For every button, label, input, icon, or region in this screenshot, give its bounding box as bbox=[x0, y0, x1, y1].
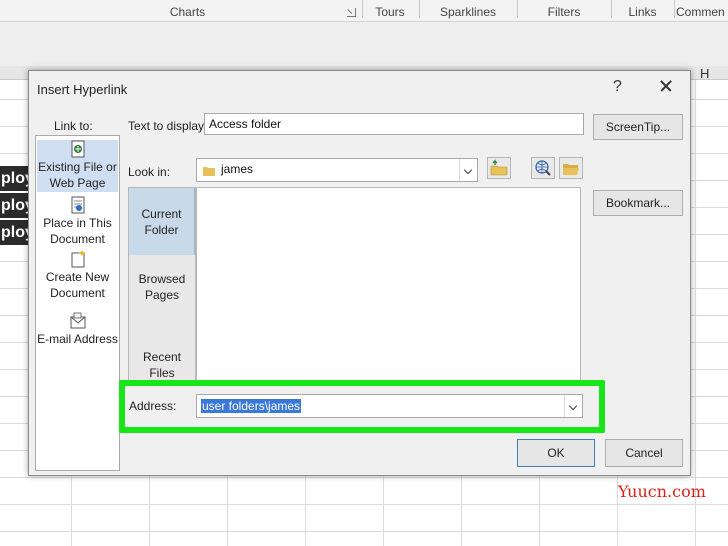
address-input[interactable]: user folders\james bbox=[196, 394, 583, 418]
link-to-email-address[interactable]: E-mail Address bbox=[37, 312, 118, 352]
address-highlight-frame: Address: user folders\james bbox=[119, 380, 605, 433]
up-one-folder-button[interactable] bbox=[487, 157, 511, 179]
address-value: user folders\james bbox=[201, 399, 302, 413]
address-label: Address: bbox=[129, 399, 177, 413]
link-to-new-document[interactable]: Create New Document bbox=[37, 250, 118, 302]
link-to-existing-file[interactable]: Existing File or Web Page bbox=[37, 140, 118, 192]
column-header-h[interactable]: H bbox=[700, 66, 714, 81]
ribbon-group-links[interactable]: Links bbox=[611, 0, 674, 22]
cancel-button[interactable]: Cancel bbox=[605, 439, 683, 467]
chevron-down-icon[interactable] bbox=[564, 395, 582, 417]
ribbon-separator bbox=[674, 0, 675, 18]
link-to-place-in-document[interactable]: Place in This Document bbox=[37, 196, 118, 248]
folder-up-icon bbox=[490, 159, 508, 176]
link-to-label: Link to: bbox=[54, 119, 93, 133]
ribbon-group-tours[interactable]: Tours bbox=[362, 0, 418, 22]
ok-button[interactable]: OK bbox=[517, 439, 595, 467]
text-to-display-label: Text to display: bbox=[128, 119, 208, 133]
link-to-place-line1: Place in This bbox=[43, 216, 112, 230]
browse-web-button[interactable] bbox=[531, 157, 555, 179]
open-folder-icon bbox=[563, 164, 579, 175]
bookmark-button[interactable]: Bookmark... bbox=[593, 190, 683, 216]
look-in-combobox[interactable]: james bbox=[196, 158, 478, 182]
ribbon-bar: Charts Tours Sparklines Filters Links Co… bbox=[0, 0, 728, 22]
look-in-label: Look in: bbox=[128, 165, 171, 179]
place-recent-files[interactable]: Recent Files bbox=[129, 317, 195, 382]
places-bar: Current Folder Browsed Pages Recent File… bbox=[128, 187, 196, 383]
screentip-button[interactable]: ScreenTip... bbox=[593, 114, 683, 140]
watermark: Yuucn.com bbox=[618, 482, 706, 501]
text-to-display-input[interactable]: Access folder bbox=[204, 113, 584, 135]
email-icon bbox=[70, 312, 85, 329]
folder-icon bbox=[203, 167, 215, 176]
file-list[interactable] bbox=[196, 187, 581, 383]
ribbon-group-charts[interactable]: Charts bbox=[140, 0, 235, 22]
link-to-place-line2: Document bbox=[50, 232, 105, 246]
formula-bar-area bbox=[0, 22, 728, 66]
link-to-panel: Existing File or Web Page Place in This … bbox=[35, 135, 120, 471]
ribbon-group-filters[interactable]: Filters bbox=[517, 0, 611, 22]
place-browsed-line2: Pages bbox=[144, 288, 180, 302]
insert-hyperlink-dialog: Insert Hyperlink ? Link to: Existing Fil… bbox=[28, 70, 691, 476]
ribbon-group-comments[interactable]: Commen bbox=[676, 0, 728, 22]
place-browsed-pages[interactable]: Browsed Pages bbox=[129, 255, 195, 317]
place-current-line2: Folder bbox=[144, 223, 179, 237]
chevron-down-icon[interactable] bbox=[459, 159, 477, 181]
place-current-folder[interactable]: Current Folder bbox=[129, 188, 195, 255]
help-button[interactable]: ? bbox=[613, 78, 622, 96]
link-to-new-line2: Document bbox=[50, 286, 105, 300]
close-icon[interactable] bbox=[658, 76, 674, 94]
ribbon-group-sparklines[interactable]: Sparklines bbox=[419, 0, 517, 22]
spreadsheet-cell[interactable]: ploy bbox=[0, 193, 30, 218]
link-to-existing-file-line2: Web Page bbox=[49, 176, 106, 190]
link-to-email-line1: E-mail Address bbox=[37, 332, 118, 346]
place-in-document-icon bbox=[71, 196, 84, 214]
charts-dialog-launcher-icon[interactable] bbox=[347, 8, 356, 17]
new-document-icon bbox=[71, 250, 85, 268]
globe-search-icon bbox=[535, 160, 551, 176]
link-to-existing-file-line1: Existing File or bbox=[38, 160, 117, 174]
place-browsed-line1: Browsed bbox=[138, 272, 186, 286]
dialog-title: Insert Hyperlink bbox=[37, 82, 128, 97]
link-to-new-line1: Create New bbox=[45, 270, 110, 284]
place-recent-line1: Recent Files bbox=[142, 350, 182, 380]
browse-file-button[interactable] bbox=[559, 157, 583, 179]
spreadsheet-cell[interactable]: ploy bbox=[0, 166, 30, 191]
place-current-line1: Current bbox=[141, 207, 182, 221]
look-in-value: james bbox=[221, 162, 254, 176]
spreadsheet-cell[interactable]: ploy bbox=[0, 220, 30, 245]
existing-file-icon bbox=[71, 140, 84, 158]
